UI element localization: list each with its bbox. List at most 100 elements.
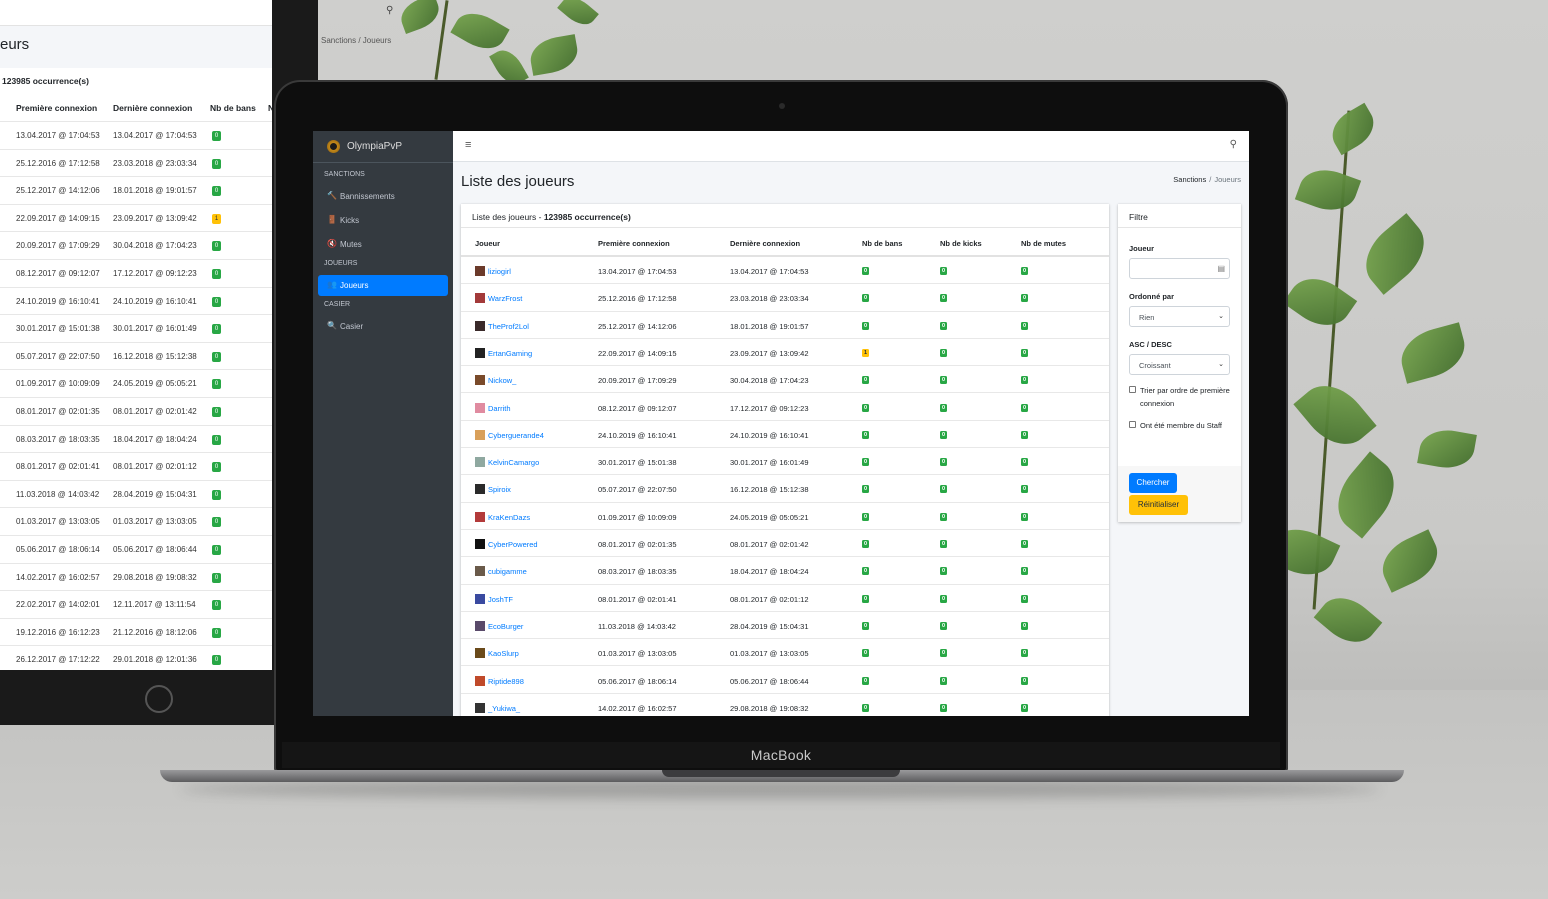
background-table-row: 01.09.2017 @ 10:09:09 24.05.2019 @ 05:05:… [0, 369, 272, 397]
background-date-cell: 28.04.2019 @ 15:04:31 [113, 489, 197, 499]
player-link[interactable]: EcoBurger [488, 622, 523, 631]
first-connection-cell: 11.03.2018 @ 14:03:42 [598, 621, 676, 631]
player-link[interactable]: TheProf2Lol [488, 322, 529, 331]
player-link[interactable]: CyberPowered [488, 540, 538, 549]
background-bans-badge: 0 [212, 324, 221, 335]
bans-count-badge: 0 [862, 458, 869, 467]
player-link[interactable]: ErtanGaming [488, 349, 532, 358]
player-link[interactable]: KaoSlurp [488, 649, 519, 658]
player-link[interactable]: Cyberguerande4 [488, 431, 544, 440]
background-table-row: 22.09.2017 @ 14:09:15 23.09.2017 @ 13:09:… [0, 203, 272, 232]
background-bans-badge: 0 [212, 517, 221, 528]
background-table-row: 19.12.2016 @ 16:12:23 21.12.2016 @ 18:12:… [0, 617, 272, 646]
player-avatar [475, 648, 485, 659]
background-date-cell: 13.04.2017 @ 17:04:53 [113, 131, 197, 140]
background-date-cell: 13.04.2017 @ 17:04:53 [16, 131, 100, 140]
kicks-count-badge: 0 [940, 348, 947, 357]
gavel-icon: 🔨 [327, 191, 337, 200]
search-button[interactable]: Chercher [1129, 473, 1177, 493]
player-link[interactable]: cubigamme [488, 567, 527, 576]
laptop-label: MacBook [282, 742, 1280, 768]
background-bans-badge: 0 [212, 462, 221, 473]
sidebar-item-kicks[interactable]: 🚪 Kicks [318, 210, 448, 231]
chevron-down-icon: ⌄ [1218, 313, 1224, 320]
first-connection-cell: 01.03.2017 @ 13:03:05 [598, 649, 677, 659]
players-card-title-text: Liste des joueurs - [472, 212, 544, 222]
order-by-select[interactable]: Rien ⌄ [1129, 306, 1230, 327]
direction-select[interactable]: Croissant ⌄ [1129, 354, 1230, 375]
sidebar-item-joueurs[interactable]: 👥 Joueurs [318, 275, 448, 296]
background-bans-badge: 0 [212, 296, 221, 307]
sidebar-item-label: Bannissements [340, 192, 395, 201]
last-connection-cell: 08.01.2017 @ 02:01:42 [730, 540, 809, 549]
filter-card: Filtre Joueur ▤ Ordonné par Rien ⌄ ASC /… [1118, 204, 1241, 522]
background-date-cell: 22.09.2017 @ 14:09:15 [16, 213, 100, 223]
reset-button[interactable]: Réinitialiser [1129, 495, 1188, 515]
player-link[interactable]: Spiroix [488, 485, 511, 494]
column-header-last-connection[interactable]: Dernière connexion [730, 239, 800, 248]
background-header: Nb de bans [210, 103, 256, 113]
last-connection-cell: 13.04.2017 @ 17:04:53 [730, 267, 809, 276]
checkbox-box[interactable] [1129, 386, 1136, 393]
nav-header: JOUEURS [324, 260, 358, 267]
table-row: JoshTF 08.01.2017 @ 02:01:41 08.01.2017 @ … [461, 585, 1109, 612]
player-avatar [475, 539, 485, 549]
player-filter-input[interactable]: ▤ [1129, 258, 1230, 279]
background-date-cell: 20.09.2017 @ 17:09:29 [16, 241, 100, 251]
bans-count-badge: 0 [862, 540, 869, 548]
player-link[interactable]: KraKenDazs [488, 513, 530, 522]
search-icon[interactable]: ⚲ [1230, 139, 1237, 150]
sidebar-item-bannissements[interactable]: 🔨 Bannissements [318, 186, 448, 207]
player-link[interactable]: Riptide898 [488, 677, 524, 686]
background-date-cell: 01.09.2017 @ 10:09:09 [16, 379, 100, 389]
brand-link[interactable]: OlympiaPvP [313, 131, 453, 163]
kicks-count-badge: 0 [940, 621, 947, 630]
checkbox-box[interactable] [1129, 421, 1136, 428]
player-link[interactable]: liziogirl [488, 267, 511, 276]
bans-count-badge: 0 [862, 430, 869, 439]
sidebar-item-mutes[interactable]: 🔇 Mutes [318, 234, 448, 255]
players-count: 123985 occurrence(s) [543, 212, 631, 222]
brand-name: OlympiaPvP [347, 141, 403, 152]
column-header-first-connection[interactable]: Première connexion [598, 239, 670, 248]
background-date-cell: 08.01.2017 @ 02:01:41 [16, 462, 100, 472]
players-card-title: Liste des joueurs - 123985 occurrence(s) [472, 212, 631, 222]
player-avatar [475, 593, 485, 604]
table-row: KelvinCamargo 30.01.2017 @ 15:01:38 30.01.… [461, 448, 1109, 476]
mutes-count-badge: 0 [1021, 376, 1028, 385]
background-topbar [0, 0, 272, 26]
first-connection-cell: 05.07.2017 @ 22:07:50 [598, 485, 677, 495]
background-search-icon: ⚲ [386, 5, 394, 16]
player-link[interactable]: Nickow_ [488, 376, 516, 385]
mutes-count-badge: 0 [1021, 676, 1028, 685]
menu-toggle-icon[interactable]: ≡ [465, 139, 471, 151]
player-avatar [475, 675, 485, 686]
breadcrumb-link-sanctions[interactable]: Sanctions [1173, 175, 1206, 184]
column-header-bans[interactable]: Nb de bans [862, 239, 902, 248]
laptop-base [160, 770, 1404, 782]
column-header-kicks[interactable]: Nb de kicks [940, 239, 982, 248]
player-filter-label: Joueur [1129, 244, 1155, 253]
last-connection-cell: 28.04.2019 @ 15:04:31 [730, 621, 809, 631]
checkbox-label: Trier par ordre de première connexion [1140, 386, 1230, 408]
player-link[interactable]: Darrith [488, 404, 511, 413]
first-connection-cell: 20.09.2017 @ 17:09:29 [598, 376, 677, 386]
background-table-row: 05.07.2017 @ 22:07:50 16.12.2018 @ 15:12:… [0, 341, 272, 370]
background-date-cell: 18.04.2017 @ 18:04:24 [113, 434, 197, 444]
kicks-count-badge: 0 [940, 430, 947, 439]
background-bans-badge: 0 [212, 351, 221, 362]
background-date-cell: 05.06.2017 @ 18:06:14 [16, 545, 100, 554]
column-header-player[interactable]: Joueur [475, 239, 500, 248]
player-link[interactable]: WarzFrost [488, 294, 522, 303]
player-link[interactable]: JoshTF [488, 595, 513, 604]
player-link[interactable]: _Yukiwa_ [488, 704, 520, 713]
background-bans-badge: 0 [212, 186, 221, 197]
checkbox-label: Ont été membre du Staff [1140, 421, 1222, 430]
sidebar-item-casier[interactable]: 🔍 Casier [318, 316, 448, 337]
table-row: Spiroix 05.07.2017 @ 22:07:50 16.12.2018 @… [461, 475, 1109, 503]
column-header-mutes[interactable]: Nb de mutes [1021, 239, 1066, 248]
background-bans-badge: 0 [212, 131, 221, 141]
sidebar-item-label: Joueurs [340, 281, 369, 290]
background-bans-badge: 0 [212, 269, 221, 279]
player-link[interactable]: KelvinCamargo [488, 458, 539, 467]
